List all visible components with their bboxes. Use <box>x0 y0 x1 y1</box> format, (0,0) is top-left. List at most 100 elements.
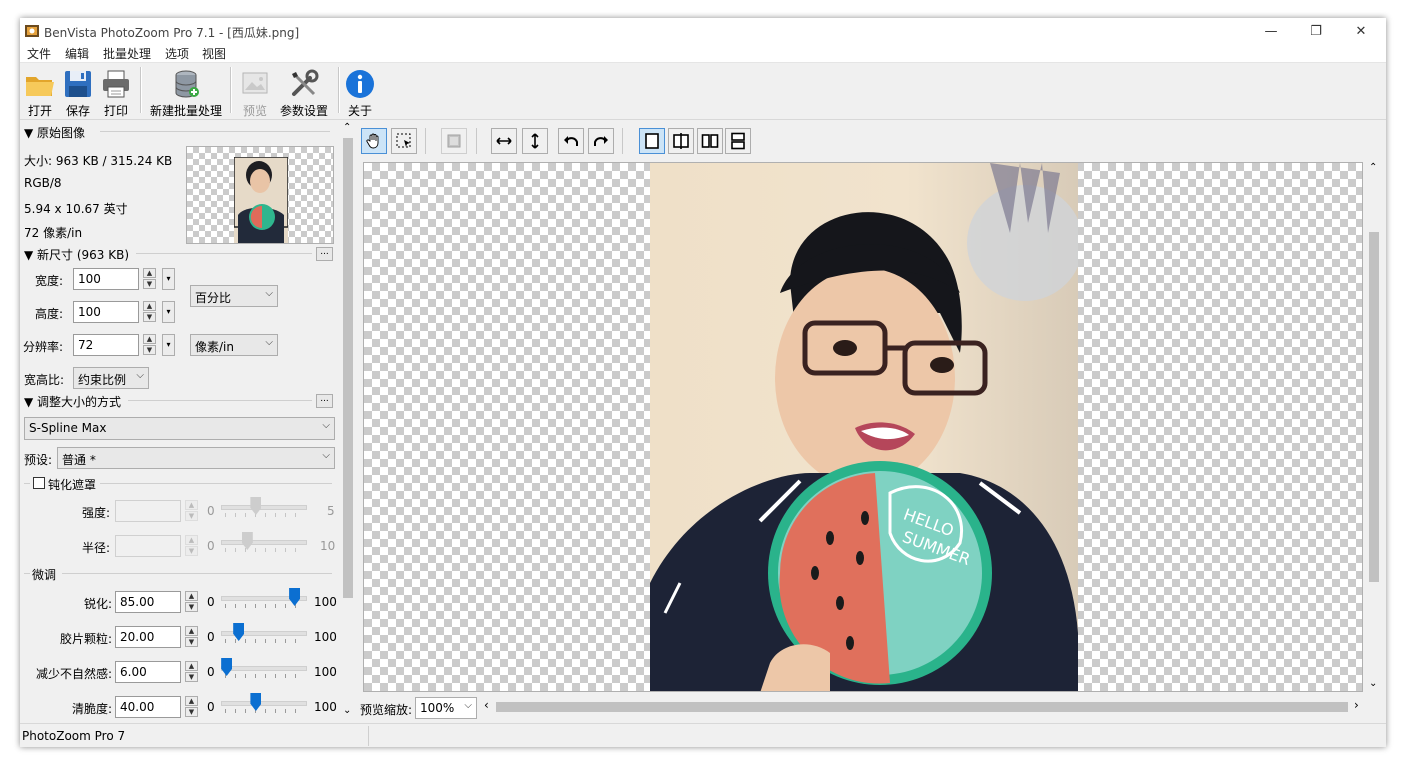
single-view-button[interactable] <box>639 128 665 154</box>
minimize-button[interactable]: — <box>1248 18 1294 44</box>
settings-button[interactable]: 参数设置 <box>276 65 332 118</box>
save-button[interactable]: 保存 <box>60 65 96 118</box>
sharpness-slider[interactable] <box>221 588 307 612</box>
preview-horizontal-scrollbar[interactable]: ‹ › <box>480 698 1370 716</box>
crispness-max: 100 <box>314 700 337 714</box>
aspect-select[interactable]: 约束比例 ⌵ <box>73 367 149 389</box>
new-batch-button[interactable]: 新建批量处理 <box>147 65 225 118</box>
film-grain-stepper[interactable]: ▲ ▼ <box>185 626 199 648</box>
resize-method-more-button[interactable]: ... <box>316 394 333 408</box>
title-bar: BenVista PhotoZoom Pro 7.1 - [西瓜妹.png] —… <box>20 18 1386 44</box>
chevron-down-icon: ⌵ <box>322 450 330 461</box>
radius-input[interactable] <box>115 535 181 557</box>
preview-button[interactable]: 预览 <box>237 65 273 118</box>
resize-method-header[interactable]: ▼ 调整大小的方式 <box>24 393 121 410</box>
scroll-left-arrow-icon[interactable]: ‹ <box>484 698 489 712</box>
artifact-reduction-stepper[interactable]: ▲ ▼ <box>185 661 199 683</box>
crispness-input[interactable]: 40.00 <box>115 696 181 718</box>
hand-tool-button[interactable] <box>361 128 387 154</box>
film-grain-min: 0 <box>207 630 215 644</box>
crispness-stepper[interactable]: ▲ ▼ <box>185 696 199 718</box>
print-button[interactable]: 打印 <box>98 65 134 118</box>
strength-input[interactable] <box>115 500 181 522</box>
toolbar-separator <box>338 67 340 113</box>
close-button[interactable]: ✕ <box>1338 18 1384 44</box>
film-grain-slider[interactable] <box>221 623 307 647</box>
scroll-thumb[interactable] <box>496 702 1348 712</box>
preview-zoom-select[interactable]: 100% ⌵ <box>415 697 477 719</box>
scroll-up-arrow-icon[interactable]: ⌃ <box>1369 162 1377 173</box>
original-image-header[interactable]: ▼ 原始图像 <box>24 124 85 141</box>
film-grain-input[interactable]: 20.00 <box>115 626 181 648</box>
radius-stepper[interactable]: ▲ ▼ <box>185 535 199 557</box>
crispness-label: 清脆度: <box>71 702 112 716</box>
size-unit-select[interactable]: 百分比 ⌵ <box>190 285 278 307</box>
scroll-down-arrow-icon[interactable]: ⌄ <box>1369 678 1377 689</box>
preview-canvas[interactable]: HELLO SUMMER <box>363 162 1363 692</box>
view-toolbar-separator <box>425 128 426 154</box>
unsharp-mask-checkbox[interactable] <box>33 477 45 489</box>
side-by-side-button[interactable] <box>697 128 723 154</box>
preset-select[interactable]: 普通 * ⌵ <box>57 447 335 469</box>
height-preset-dropdown[interactable]: ▾ <box>162 301 175 323</box>
strength-slider[interactable] <box>221 497 307 521</box>
scroll-down-arrow-icon[interactable]: ⌄ <box>343 705 351 716</box>
original-size-text: 大小: 963 KB / 315.24 KB <box>24 154 173 168</box>
new-size-more-button[interactable]: ... <box>316 247 333 261</box>
settings-scrollbar[interactable]: ⌃ ⌄ <box>340 120 356 722</box>
resolution-stepper[interactable]: ▲ ▼ <box>143 334 157 356</box>
select-tool-button[interactable] <box>391 128 417 154</box>
single-pane-icon <box>645 133 659 149</box>
preview-image-icon <box>242 72 268 94</box>
section-divider <box>128 400 312 401</box>
width-label: 宽度: <box>34 274 63 288</box>
flip-horizontal-button[interactable] <box>491 128 517 154</box>
height-stepper[interactable]: ▲ ▼ <box>143 301 157 323</box>
preview-vertical-scrollbar[interactable]: ⌃ ⌄ <box>1365 162 1383 692</box>
crop-tool-button[interactable] <box>441 128 467 154</box>
radius-slider[interactable] <box>221 532 307 556</box>
resize-method-select[interactable]: S-Spline Max ⌵ <box>24 417 335 440</box>
crispness-slider[interactable] <box>221 693 307 717</box>
tools-icon <box>292 69 319 96</box>
height-input[interactable]: 100 <box>73 301 139 323</box>
sharpness-stepper[interactable]: ▲ ▼ <box>185 591 199 613</box>
new-size-header[interactable]: ▼ 新尺寸 (963 KB) <box>24 246 129 263</box>
rotate-left-button[interactable] <box>558 128 584 154</box>
split-pane-icon <box>673 133 689 149</box>
artifact-reduction-slider[interactable] <box>221 658 307 682</box>
flip-vertical-button[interactable] <box>522 128 548 154</box>
scroll-thumb[interactable] <box>1369 232 1379 582</box>
resolution-unit-select[interactable]: 像素/in ⌵ <box>190 334 278 356</box>
rotate-right-button[interactable] <box>588 128 614 154</box>
split-view-button[interactable] <box>668 128 694 154</box>
menu-file[interactable]: 文件 <box>27 45 51 62</box>
sharpness-input[interactable]: 85.00 <box>115 591 181 613</box>
artifact-reduction-min: 0 <box>207 665 215 679</box>
resolution-input[interactable]: 72 <box>73 334 139 356</box>
artifact-reduction-input[interactable]: 6.00 <box>115 661 181 683</box>
menu-view[interactable]: 视图 <box>202 45 226 62</box>
strength-stepper[interactable]: ▲ ▼ <box>185 500 199 522</box>
width-preset-dropdown[interactable]: ▾ <box>162 268 175 290</box>
section-divider <box>24 483 30 484</box>
about-label: 关于 <box>347 104 372 118</box>
window-title: BenVista PhotoZoom Pro 7.1 - [西瓜妹.png] <box>44 26 300 40</box>
scroll-right-arrow-icon[interactable]: › <box>1354 698 1359 712</box>
width-input[interactable]: 100 <box>73 268 139 290</box>
radius-min: 0 <box>207 539 215 553</box>
maximize-button[interactable]: ❐ <box>1293 18 1339 44</box>
open-button[interactable]: 打开 <box>22 65 58 118</box>
width-stepper[interactable]: ▲ ▼ <box>143 268 157 290</box>
menu-options[interactable]: 选项 <box>165 45 189 62</box>
scroll-thumb[interactable] <box>343 138 353 598</box>
aspect-label: 宽高比: <box>24 373 65 387</box>
scroll-up-arrow-icon[interactable]: ⌃ <box>343 122 351 133</box>
about-button[interactable]: 关于 <box>342 65 378 118</box>
toolbar-separator <box>230 67 232 113</box>
menu-edit[interactable]: 编辑 <box>65 45 89 62</box>
menu-batch[interactable]: 批量处理 <box>103 45 151 62</box>
resolution-preset-dropdown[interactable]: ▾ <box>162 334 175 356</box>
section-divider <box>136 253 312 254</box>
top-bottom-button[interactable] <box>725 128 751 154</box>
